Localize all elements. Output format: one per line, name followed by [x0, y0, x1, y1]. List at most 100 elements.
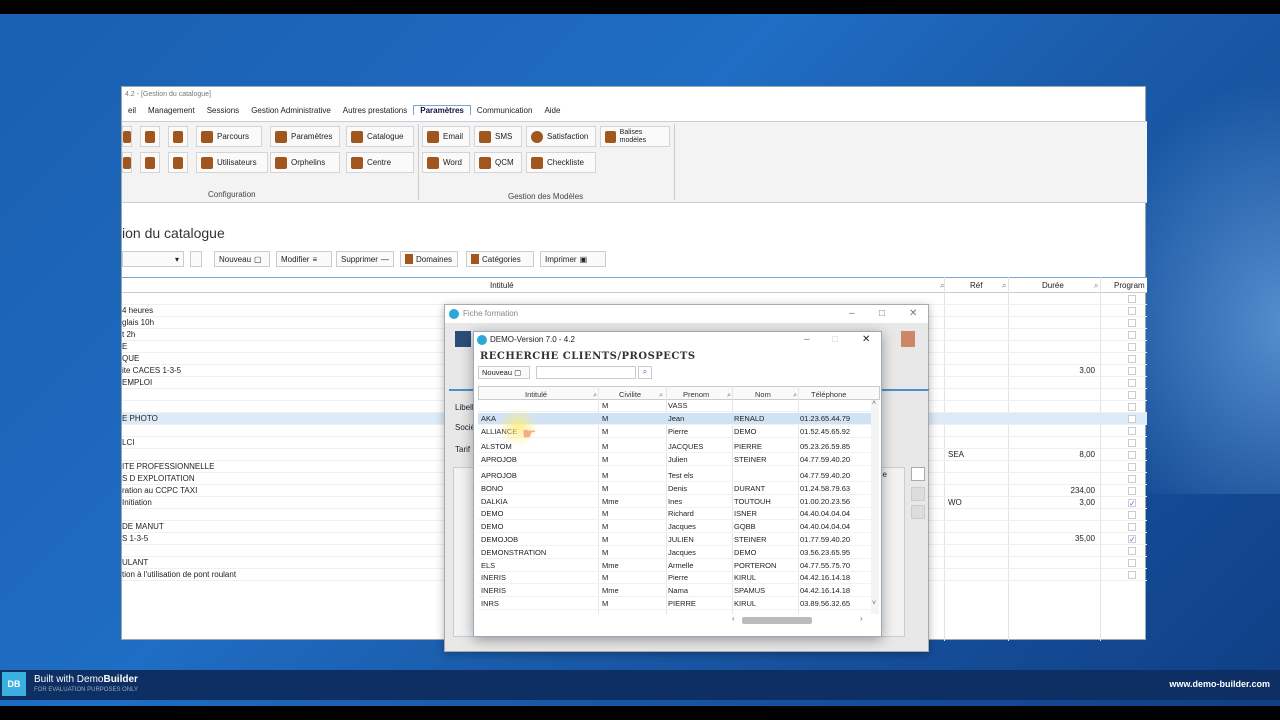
col-intitule[interactable]: Intitulé [525, 390, 547, 399]
categories-button[interactable]: Catégories [466, 251, 534, 267]
menu-item-5[interactable]: Paramètres [413, 105, 471, 115]
program-checkbox[interactable] [1128, 571, 1136, 579]
program-checkbox[interactable] [1128, 559, 1136, 567]
orphelins-button[interactable]: Orphelins [270, 152, 340, 173]
qcm-button[interactable]: QCM [474, 152, 522, 173]
vertical-scrollbar[interactable]: ˄ ˅ [871, 400, 879, 614]
list-item[interactable]: APROJOB M Julien STEINER 04.77.59.40.20 [478, 454, 872, 467]
program-checkbox[interactable] [1128, 451, 1136, 459]
search-icon[interactable]: ⌕ [793, 390, 797, 400]
col-program[interactable]: Program [1114, 281, 1145, 290]
ribbon-screen-button[interactable] [168, 126, 188, 147]
program-checkbox[interactable] [1128, 295, 1136, 303]
ribbon-money-button[interactable] [140, 126, 160, 147]
program-checkbox[interactable] [1128, 487, 1136, 495]
utilisateurs-button[interactable]: Utilisateurs [196, 152, 268, 173]
list-item[interactable]: APROJOB M Test els 04.77.59.40.20 [478, 470, 872, 482]
maximize-icon[interactable]: □ [832, 332, 838, 348]
col-intitule[interactable]: Intitulé [490, 281, 514, 290]
col-telephone[interactable]: Téléphone [811, 390, 846, 399]
nouveau-button[interactable]: Nouveau ▢ [214, 251, 270, 267]
menu-item-1[interactable]: Management [142, 106, 201, 115]
horizontal-scrollbar[interactable]: ‹ › [732, 614, 872, 626]
search-input[interactable] [536, 366, 636, 379]
parcours-button[interactable]: Parcours [196, 126, 262, 147]
list-item[interactable]: M VASS [478, 400, 872, 412]
search-icon[interactable]: ⌕ [638, 366, 652, 379]
menu-item-7[interactable]: Aide [538, 106, 566, 115]
chevron-left-icon[interactable]: ‹ [732, 614, 735, 623]
list-item[interactable]: INERIS Mme Nama SPAMUS 04.42.16.14.18 [478, 585, 872, 598]
program-checkbox[interactable]: ✓ [1128, 499, 1136, 508]
filter-dropdown[interactable]: ▾ [122, 251, 184, 267]
print-icon[interactable] [901, 331, 915, 347]
list-item[interactable]: DEMO M Richard ISNER 04.40.04.04.04 [478, 508, 872, 521]
col-nom[interactable]: Nom [755, 390, 771, 399]
list-item[interactable]: ELS Mme Armelle PORTERON 04.77.55.75.70 [478, 560, 872, 572]
program-checkbox[interactable] [1128, 511, 1136, 519]
balises-button[interactable]: Balises modèles [600, 126, 670, 147]
program-checkbox[interactable] [1128, 415, 1136, 423]
side-button-3[interactable] [911, 505, 925, 519]
program-checkbox[interactable] [1128, 427, 1136, 435]
maximize-icon[interactable]: □ [879, 305, 885, 323]
program-checkbox[interactable]: ✓ [1128, 535, 1136, 544]
menu-item-2[interactable]: Sessions [201, 106, 245, 115]
ribbon-partial-button[interactable] [122, 126, 132, 147]
col-ref[interactable]: Réf [970, 281, 982, 290]
menu-item-0[interactable]: eil [122, 106, 142, 115]
program-checkbox[interactable] [1128, 463, 1136, 471]
program-checkbox[interactable] [1128, 307, 1136, 315]
centre-button[interactable]: Centre [346, 152, 414, 173]
search-icon[interactable]: ⌕ [1094, 281, 1098, 291]
menu-item-6[interactable]: Communication [471, 106, 539, 115]
col-duree[interactable]: Durée [1042, 281, 1064, 290]
program-checkbox[interactable] [1128, 355, 1136, 363]
program-checkbox[interactable] [1128, 547, 1136, 555]
col-prenom[interactable]: Prenom [683, 390, 709, 399]
list-item[interactable]: BONO M Denis DURANT 01.24.58.79.63 [478, 483, 872, 495]
menu-item-4[interactable]: Autres prestations [337, 106, 413, 115]
program-checkbox[interactable] [1128, 343, 1136, 351]
ribbon-globe-button[interactable] [140, 152, 160, 173]
modifier-button[interactable]: Modifier ≡ [276, 251, 332, 267]
program-checkbox[interactable] [1128, 475, 1136, 483]
list-item[interactable]: INRS M PIERRE KIRUL 03.89.56.32.65 [478, 598, 872, 610]
save-icon[interactable] [455, 331, 471, 347]
email-button[interactable]: Email [422, 126, 470, 147]
supprimer-button[interactable]: Supprimer — [336, 251, 394, 267]
list-item[interactable]: DEMONSTRATION M Jacques DEMO 03.56.23.65.95 [478, 547, 872, 559]
program-checkbox[interactable] [1128, 391, 1136, 399]
chevron-down-icon[interactable]: ˅ [872, 600, 876, 607]
filter-checkbox[interactable] [190, 251, 202, 267]
checkliste-button[interactable]: Checkliste [526, 152, 596, 173]
minimize-icon[interactable]: – [849, 305, 855, 323]
search-icon[interactable]: ⌕ [593, 390, 597, 400]
menu-item-3[interactable]: Gestion Administrative [245, 106, 337, 115]
list-item[interactable]: DEMO M Jacques GQBB 04.40.04.04.04 [478, 521, 872, 534]
satisfaction-button[interactable]: Satisfaction [526, 126, 596, 147]
program-checkbox[interactable] [1128, 379, 1136, 387]
side-button[interactable] [911, 467, 925, 481]
side-button-2[interactable] [911, 487, 925, 501]
imprimer-button[interactable]: Imprimer ▣ [540, 251, 606, 267]
scroll-thumb[interactable] [742, 617, 812, 624]
search-icon[interactable]: ⌕ [1002, 281, 1006, 291]
ribbon-truck-button[interactable] [168, 152, 188, 173]
word-button[interactable]: Word [422, 152, 470, 173]
close-icon[interactable]: ✕ [909, 305, 917, 323]
sms-button[interactable]: SMS [474, 126, 522, 147]
list-item[interactable]: DEMOJOB M JULIEN STEINER 01.77.59.40.20 [478, 534, 872, 546]
chevron-up-icon[interactable]: ˄ [872, 400, 876, 407]
list-item[interactable]: ALSTOM M JACQUES PIERRE 05.23.26.59.85 [478, 441, 872, 454]
close-icon[interactable]: ✕ [862, 332, 870, 348]
footer-url[interactable]: www.demo-builder.com [1169, 679, 1270, 689]
domaines-button[interactable]: Domaines [400, 251, 458, 267]
col-civilite[interactable]: Civilite [619, 390, 641, 399]
program-checkbox[interactable] [1128, 439, 1136, 447]
program-checkbox[interactable] [1128, 367, 1136, 375]
parametres-button[interactable]: Paramètres [270, 126, 340, 147]
program-checkbox[interactable] [1128, 403, 1136, 411]
search-icon[interactable]: ⌕ [659, 390, 663, 400]
program-checkbox[interactable] [1128, 331, 1136, 339]
